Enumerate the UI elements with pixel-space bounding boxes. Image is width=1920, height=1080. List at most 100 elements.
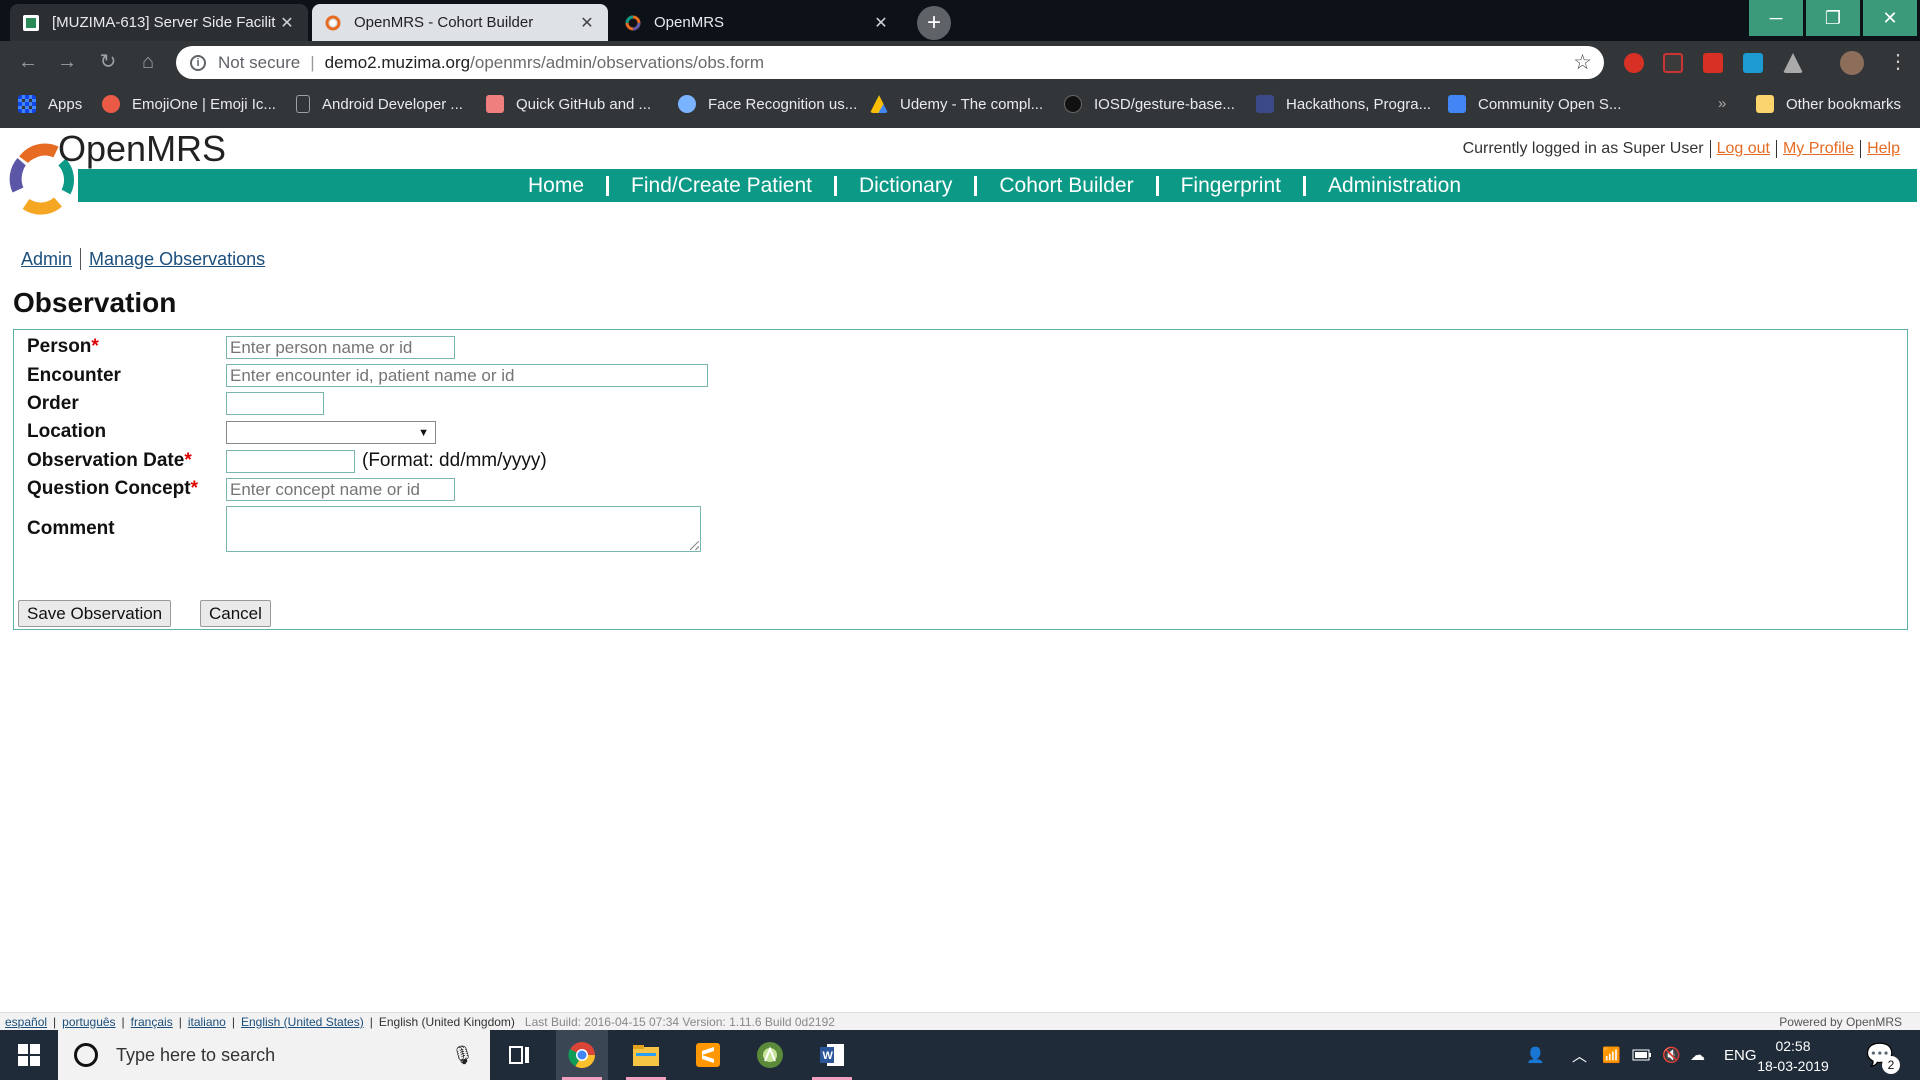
new-tab-button[interactable]: + bbox=[917, 6, 951, 40]
bookmark-apps[interactable]: Apps bbox=[18, 95, 82, 113]
divider: | bbox=[369, 1014, 373, 1029]
required-asterisk: * bbox=[91, 336, 99, 357]
browser-tab-openmrs[interactable]: OpenMRS ✕ bbox=[612, 4, 902, 41]
breadcrumb-admin[interactable]: Admin bbox=[21, 249, 72, 270]
nav-find-create-patient[interactable]: Find/Create Patient bbox=[619, 174, 824, 198]
security-status: Not secure bbox=[218, 52, 301, 72]
nav-home[interactable]: Home bbox=[516, 174, 596, 198]
bookmark-udemy[interactable]: Udemy - The compl... bbox=[870, 95, 1043, 113]
bookmark-quick-github[interactable]: Quick GitHub and ... bbox=[486, 95, 651, 113]
nav-cohort-builder[interactable]: Cohort Builder bbox=[987, 174, 1145, 198]
address-bar[interactable]: i Not secure | demo2.muzima.org/openmrs/… bbox=[176, 46, 1604, 79]
bookmark-face-recognition[interactable]: Face Recognition us... bbox=[678, 95, 857, 113]
url-path: /openmrs/admin/observations/obs.form bbox=[470, 52, 764, 72]
close-icon[interactable]: ✕ bbox=[278, 13, 296, 33]
browser-tab-muzima[interactable]: [MUZIMA-613] Server Side Facilit ✕ bbox=[10, 4, 308, 41]
cancel-button[interactable]: Cancel bbox=[200, 600, 271, 627]
my-profile-link[interactable]: My Profile bbox=[1783, 140, 1854, 158]
chrome-taskbar-icon[interactable] bbox=[556, 1030, 608, 1080]
back-arrow-icon[interactable]: ← bbox=[14, 48, 42, 76]
bookmark-iosd-gesture[interactable]: IOSD/gesture-base... bbox=[1064, 95, 1235, 113]
encounter-input[interactable] bbox=[226, 364, 708, 387]
taskbar-search[interactable]: Type here to search 🎙 bbox=[58, 1030, 490, 1080]
language-espanol[interactable]: español bbox=[5, 1015, 47, 1029]
home-icon[interactable]: ⌂ bbox=[134, 48, 162, 76]
logout-link[interactable]: Log out bbox=[1717, 140, 1770, 158]
divider bbox=[974, 175, 978, 196]
page-footer: español | português | français | italiano | … bbox=[0, 1012, 1920, 1030]
pocket-icon[interactable] bbox=[1703, 53, 1723, 73]
browser-tab-cohort-builder[interactable]: OpenMRS - Cohort Builder ✕ bbox=[312, 4, 608, 41]
windows-start-icon[interactable] bbox=[0, 1030, 58, 1080]
bookmarks-overflow-chevron[interactable]: » bbox=[1718, 95, 1726, 112]
divider bbox=[606, 175, 610, 196]
question-concept-input[interactable] bbox=[226, 478, 455, 501]
comment-label: Comment bbox=[27, 518, 115, 539]
battery-icon[interactable] bbox=[1632, 1030, 1652, 1080]
location-label: Location bbox=[27, 421, 107, 442]
github-cat-icon bbox=[1064, 95, 1082, 113]
minimize-button[interactable]: ─ bbox=[1749, 0, 1803, 36]
language-english-us[interactable]: English (United States) bbox=[241, 1015, 364, 1029]
page-icon bbox=[296, 95, 310, 113]
wifi-icon[interactable]: 📶 bbox=[1602, 1030, 1621, 1080]
reload-icon[interactable]: ↻ bbox=[94, 48, 122, 76]
comment-textarea[interactable] bbox=[226, 506, 701, 552]
github-icon bbox=[486, 95, 504, 113]
close-icon[interactable]: ✕ bbox=[872, 13, 890, 33]
emojione-icon bbox=[102, 95, 120, 113]
profile-avatar[interactable] bbox=[1840, 51, 1864, 75]
file-explorer-icon[interactable] bbox=[620, 1030, 672, 1080]
language-francais[interactable]: français bbox=[131, 1015, 173, 1029]
info-icon[interactable]: i bbox=[190, 54, 206, 71]
sublime-text-icon[interactable] bbox=[682, 1030, 734, 1080]
nav-dictionary[interactable]: Dictionary bbox=[847, 174, 964, 198]
pdf-icon[interactable] bbox=[1663, 53, 1683, 73]
dropdown-arrow-icon: ▼ bbox=[418, 427, 429, 439]
system-clock[interactable]: 02:58 18-03-2019 bbox=[1745, 1036, 1841, 1076]
divider bbox=[1709, 140, 1711, 158]
microphone-icon[interactable]: 🎙 bbox=[451, 1045, 474, 1066]
bookmark-label: IOSD/gesture-base... bbox=[1094, 95, 1235, 113]
person-input[interactable] bbox=[226, 336, 455, 359]
android-studio-icon[interactable] bbox=[744, 1030, 796, 1080]
breadcrumb-manage-observations[interactable]: Manage Observations bbox=[89, 249, 265, 270]
language-italiano[interactable]: italiano bbox=[188, 1015, 226, 1029]
folder-icon bbox=[1756, 95, 1774, 113]
bookmark-android-developer[interactable]: Android Developer ... bbox=[296, 95, 463, 113]
bookmark-emojione[interactable]: EmojiOne | Emoji Ic... bbox=[102, 95, 276, 113]
bookmark-star-icon[interactable]: ☆ bbox=[1573, 50, 1592, 75]
label-text: Person bbox=[27, 336, 92, 357]
bookmark-hackathons[interactable]: Hackathons, Progra... bbox=[1256, 95, 1431, 113]
screen-capture-icon[interactable] bbox=[1743, 53, 1763, 73]
forward-arrow-icon[interactable]: → bbox=[53, 48, 81, 76]
save-observation-button[interactable]: Save Observation bbox=[18, 600, 172, 627]
menu-dots-icon[interactable]: ⋮ bbox=[1888, 49, 1908, 74]
task-view-icon[interactable] bbox=[494, 1030, 546, 1080]
svg-text:W: W bbox=[823, 1050, 834, 1062]
resize-grip-icon[interactable] bbox=[690, 541, 699, 550]
close-icon[interactable]: ✕ bbox=[578, 13, 596, 33]
drive-extension-icon[interactable] bbox=[1783, 53, 1803, 73]
drive-icon bbox=[870, 95, 888, 113]
nav-administration[interactable]: Administration bbox=[1316, 174, 1473, 198]
show-hidden-icons-chevron[interactable]: ︿ bbox=[1572, 1030, 1587, 1080]
omnibox-divider: | bbox=[310, 52, 315, 72]
location-select[interactable]: ▼ bbox=[226, 421, 436, 444]
bookmark-other[interactable]: Other bookmarks bbox=[1756, 95, 1901, 113]
observation-date-input[interactable] bbox=[226, 450, 355, 473]
order-input[interactable] bbox=[226, 392, 324, 415]
maximize-button[interactable]: ❐ bbox=[1806, 0, 1860, 36]
onedrive-cloud-icon[interactable]: ☁ bbox=[1690, 1030, 1705, 1080]
language-portugues[interactable]: português bbox=[62, 1015, 115, 1029]
adblock-icon[interactable] bbox=[1624, 53, 1644, 73]
people-icon[interactable]: 👤 bbox=[1526, 1030, 1545, 1080]
window-close-button[interactable]: ✕ bbox=[1863, 0, 1917, 36]
nav-fingerprint[interactable]: Fingerprint bbox=[1169, 174, 1293, 198]
bookmark-community-open-source[interactable]: Community Open S... bbox=[1448, 95, 1621, 113]
volume-muted-icon[interactable]: 🔇 bbox=[1662, 1030, 1681, 1080]
url-host: demo2.muzima.org bbox=[324, 52, 471, 72]
help-link[interactable]: Help bbox=[1867, 140, 1900, 158]
word-icon[interactable]: W bbox=[806, 1030, 858, 1080]
openmrs-logo-text: OpenMRS bbox=[58, 128, 227, 169]
